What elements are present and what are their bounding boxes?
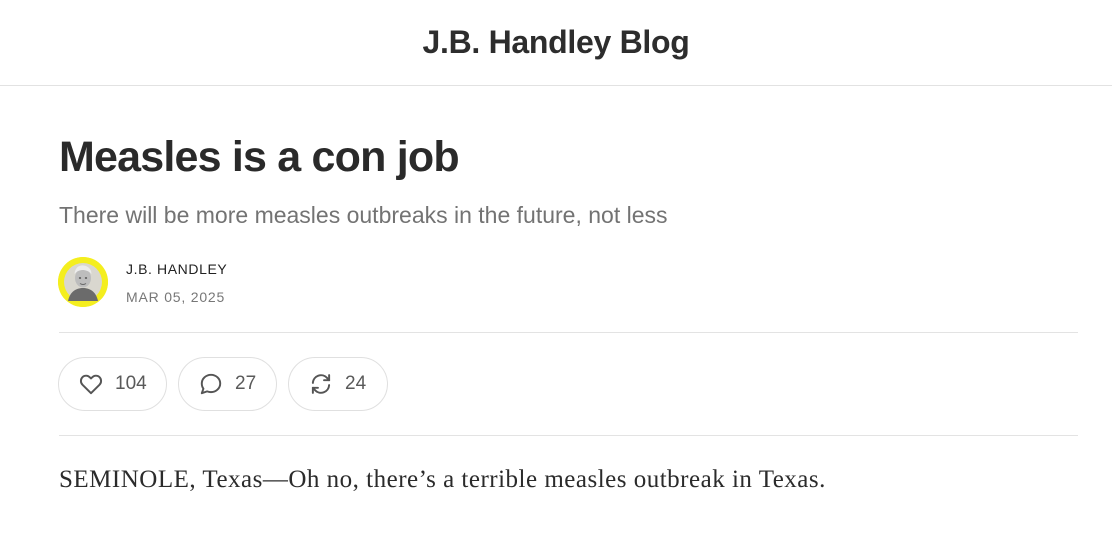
- comment-count: 27: [235, 373, 257, 394]
- post-subtitle: There will be more measles outbreaks in …: [59, 202, 668, 228]
- blog-header: J.B. Handley Blog: [0, 0, 1112, 86]
- divider: [59, 435, 1078, 436]
- comment-button[interactable]: 27: [178, 357, 277, 411]
- like-count: 104: [115, 373, 147, 394]
- author-name[interactable]: J.B. HANDLEY: [126, 261, 227, 277]
- post-title: Measles is a con job: [59, 133, 460, 181]
- restack-button[interactable]: 24: [288, 357, 388, 411]
- restack-icon: [308, 371, 334, 397]
- post-date: MAR 05, 2025: [126, 289, 226, 305]
- article-paragraph: SEMINOLE, Texas—Oh no, there’s a terribl…: [59, 466, 826, 493]
- author-photo-icon: [58, 257, 108, 307]
- divider: [59, 332, 1078, 333]
- like-button[interactable]: 104: [58, 357, 167, 411]
- author-avatar[interactable]: [58, 257, 108, 307]
- comment-icon: [198, 371, 224, 397]
- blog-title[interactable]: J.B. Handley Blog: [423, 24, 690, 61]
- heart-icon: [78, 371, 104, 397]
- restack-count: 24: [345, 373, 367, 394]
